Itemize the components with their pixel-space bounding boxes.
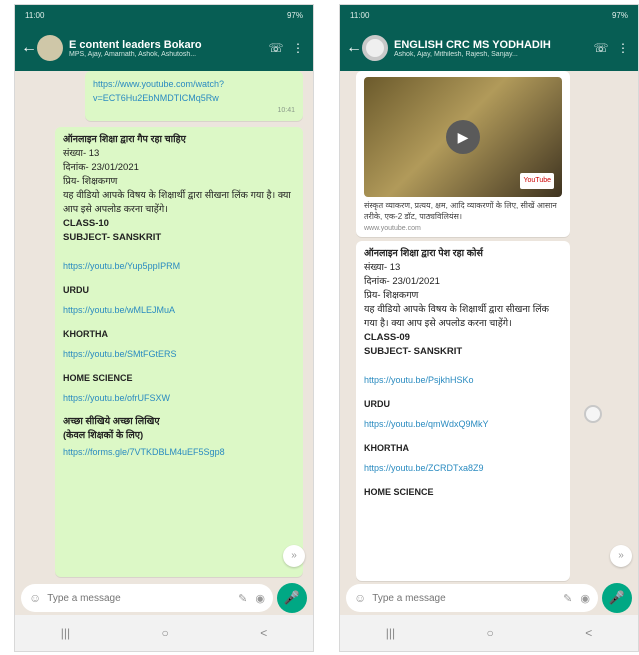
attach-icon[interactable]: ✎ xyxy=(238,592,247,605)
group-avatar[interactable] xyxy=(362,35,388,61)
message-greeting: प्रिय- शिक्षकगण xyxy=(63,176,118,187)
message-body: यह वीडियो आपके विषय के शिक्षार्थी द्वारा… xyxy=(364,304,549,329)
call-add-icon[interactable]: ☏ xyxy=(267,41,285,55)
message-subject: SUBJECT- SANSKRIT xyxy=(63,232,162,243)
message-link[interactable]: https://www.youtube.com/watch?v=ECT6Hu2E… xyxy=(93,77,295,105)
left-phone-screen: 11:00 97% ← E content leaders Bokaro MPS… xyxy=(14,4,314,652)
group-avatar[interactable] xyxy=(37,35,63,61)
message-composer: ☺ ✎ ◉ 🎤 xyxy=(346,583,632,613)
right-phone-screen: 11:00 97% ← ENGLISH CRC MS YODHADIH Asho… xyxy=(339,4,639,652)
chat-title: ENGLISH CRC MS YODHADIH xyxy=(394,38,551,51)
scroll-down-icon[interactable]: » xyxy=(283,545,305,567)
play-icon[interactable]: ▶ xyxy=(446,120,480,154)
recent-apps-icon[interactable]: ||| xyxy=(61,626,70,640)
message-subject: SUBJECT- SANSKRIT xyxy=(364,346,463,357)
section-khortha: KHORTHA xyxy=(364,443,409,453)
emoji-icon[interactable]: ☺ xyxy=(354,591,366,605)
back-icon[interactable]: < xyxy=(585,626,592,640)
message-date: दिनांक- 23/01/2021 xyxy=(364,276,440,287)
video-url[interactable]: www.youtube.com xyxy=(364,222,562,236)
chat-header: ← ENGLISH CRC MS YODHADIH Ashok, Ajay, M… xyxy=(340,25,638,71)
message-footer-line2: (केवल शिक्षकों के लिए) xyxy=(63,430,144,441)
camera-icon[interactable]: ◉ xyxy=(580,592,590,605)
message-composer: ☺ ✎ ◉ 🎤 xyxy=(21,583,307,613)
video-thumbnail[interactable]: ▶ YouTube xyxy=(364,77,562,197)
section-urdu: URDU xyxy=(63,285,89,295)
section-home-science: HOME SCIENCE xyxy=(364,487,434,497)
message-input-box[interactable]: ☺ ✎ ◉ xyxy=(21,584,273,612)
message-input[interactable] xyxy=(47,592,231,604)
system-nav-bar: ||| ○ < xyxy=(15,615,313,651)
form-link[interactable]: https://forms.gle/7VTKDBLM4uEF5Sgp8 xyxy=(63,445,295,459)
khortha-link[interactable]: https://youtu.be/SMtFGtERS xyxy=(63,347,295,361)
status-battery: 97% xyxy=(286,10,303,20)
home-icon[interactable]: ○ xyxy=(487,626,494,640)
message-footer-line1: अच्छा सीखिये अच्छा लिखिए xyxy=(63,416,160,427)
message-time: 10:41 xyxy=(277,107,295,114)
status-bar: 11:00 97% xyxy=(340,5,638,25)
message-list[interactable]: https://www.youtube.com/watch?v=ECT6Hu2E… xyxy=(15,71,313,583)
message-class: CLASS-09 xyxy=(364,332,410,343)
chat-title-block[interactable]: E content leaders Bokaro MPS, Ajay, Amar… xyxy=(69,39,263,58)
message-number: संख्या- 13 xyxy=(63,148,100,159)
chat-title-block[interactable]: ENGLISH CRC MS YODHADIH Ashok, Ajay, Mit… xyxy=(394,39,588,58)
urdu-link[interactable]: https://youtu.be/wMLEJMuA xyxy=(63,303,295,317)
youtube-badge: YouTube xyxy=(520,173,554,189)
chat-title: E content leaders Bokaro xyxy=(69,38,202,51)
status-time: 11:00 xyxy=(25,10,45,20)
video-caption: संस्कृत व्याकरण, प्रत्यय, क्षम, आदि व्या… xyxy=(364,201,557,221)
recent-apps-icon[interactable]: ||| xyxy=(386,626,395,640)
attach-icon[interactable]: ✎ xyxy=(563,592,572,605)
message-bubble-link: https://www.youtube.com/watch?v=ECT6Hu2E… xyxy=(85,71,303,121)
section-khortha: KHORTHA xyxy=(63,329,108,339)
urdu-link[interactable]: https://youtu.be/qmWdxQ9MkY xyxy=(364,417,562,431)
status-bar: 11:00 97% xyxy=(15,5,313,25)
more-menu-icon[interactable]: ⋮ xyxy=(614,41,632,55)
camera-icon[interactable]: ◉ xyxy=(255,592,265,605)
message-heading: ऑनलाइन शिक्षा द्वारा गैप रहा चाहिए xyxy=(63,134,186,145)
message-class: CLASS-10 xyxy=(63,218,109,229)
message-greeting: प्रिय- शिक्षकगण xyxy=(364,290,419,301)
message-number: संख्या- 13 xyxy=(364,262,401,273)
message-list[interactable]: ▶ YouTube संस्कृत व्याकरण, प्रत्यय, क्षम… xyxy=(340,71,638,583)
scroll-down-icon[interactable]: » xyxy=(610,545,632,567)
message-bubble-announcement: ऑनलाइन शिक्षा द्वारा गैप रहा चाहिए संख्य… xyxy=(55,127,303,577)
message-input-box[interactable]: ☺ ✎ ◉ xyxy=(346,584,598,612)
message-body: यह वीडियो आपके विषय के शिक्षार्थी द्वारा… xyxy=(63,190,291,215)
chat-participants: Ashok, Ajay, Mithilesh, Rajesh, Sanjay..… xyxy=(394,50,518,58)
message-date: दिनांक- 23/01/2021 xyxy=(63,162,139,173)
system-nav-bar: ||| ○ < xyxy=(340,615,638,651)
home-icon[interactable]: ○ xyxy=(162,626,169,640)
video-message-bubble: ▶ YouTube संस्कृत व्याकरण, प्रत्यय, क्षम… xyxy=(356,71,570,237)
chat-participants: MPS, Ajay, Amarnath, Ashok, Ashutosh... xyxy=(69,50,197,58)
more-menu-icon[interactable]: ⋮ xyxy=(289,41,307,55)
chat-header: ← E content leaders Bokaro MPS, Ajay, Am… xyxy=(15,25,313,71)
back-arrow-icon[interactable]: ← xyxy=(346,39,362,57)
section-home-science: HOME SCIENCE xyxy=(63,373,133,383)
back-icon[interactable]: < xyxy=(260,626,267,640)
message-heading: ऑनलाइन शिक्षा द्वारा पेश रहा कोर्स xyxy=(364,248,483,259)
mic-button[interactable]: 🎤 xyxy=(277,583,307,613)
message-bubble-announcement: ऑनलाइन शिक्षा द्वारा पेश रहा कोर्स संख्य… xyxy=(356,241,570,581)
sanskrit-link[interactable]: https://youtu.be/PsjkhHSKo xyxy=(364,373,562,387)
section-urdu: URDU xyxy=(364,399,390,409)
call-add-icon[interactable]: ☏ xyxy=(592,41,610,55)
mic-button[interactable]: 🎤 xyxy=(602,583,632,613)
emoji-icon[interactable]: ☺ xyxy=(29,591,41,605)
forward-icon[interactable] xyxy=(584,405,602,423)
message-input[interactable] xyxy=(372,592,556,604)
khortha-link[interactable]: https://youtu.be/ZCRDTxa8Z9 xyxy=(364,461,562,475)
back-arrow-icon[interactable]: ← xyxy=(21,39,37,57)
home-science-link[interactable]: https://youtu.be/ofrUFSXW xyxy=(63,391,295,405)
sanskrit-link[interactable]: https://youtu.be/Yup5ppIPRM xyxy=(63,259,295,273)
status-time: 11:00 xyxy=(350,10,370,20)
status-battery: 97% xyxy=(611,10,628,20)
